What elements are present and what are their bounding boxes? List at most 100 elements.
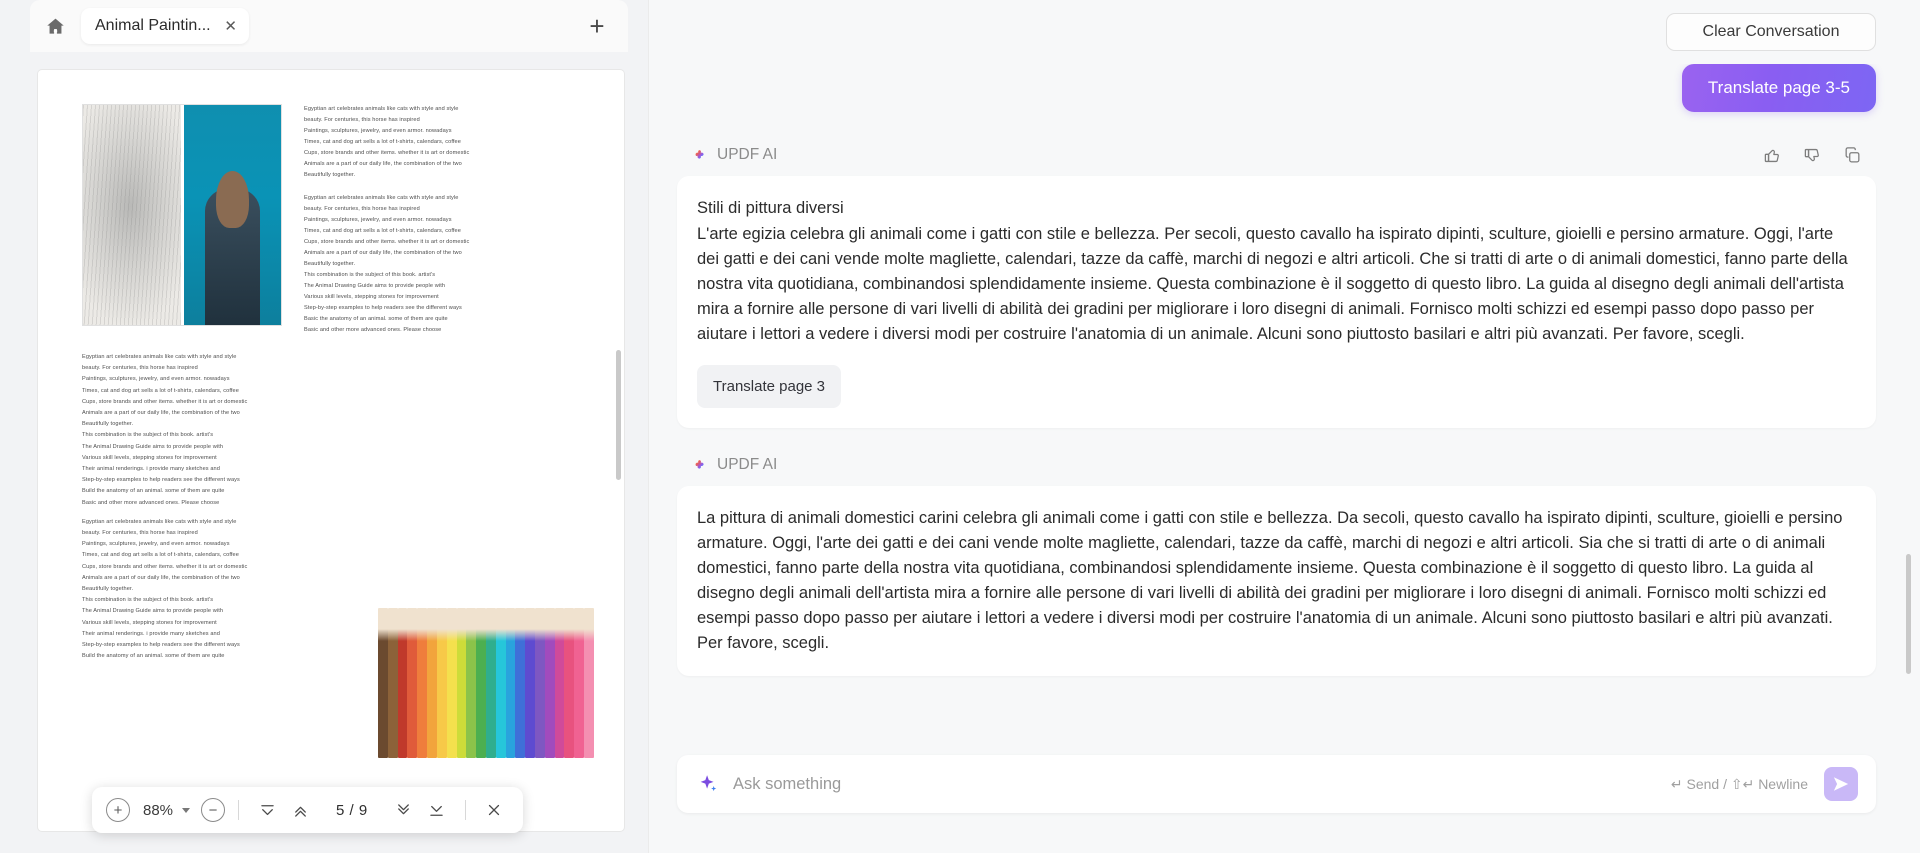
zoom-level-value[interactable]: 88% <box>143 802 173 819</box>
pdf-text-line: Egyptian art celebrates animals like cat… <box>82 354 237 360</box>
pdf-text-line: Various skill levels, stepping stones fo… <box>82 454 217 461</box>
minus-circle-icon[interactable]: − <box>201 798 226 822</box>
pdf-text-line: The Animal Drawing Guide aims to provide… <box>304 283 446 289</box>
pdf-text-line: Egyptian art celebrates animals like cat… <box>304 195 459 201</box>
pdf-text-line: Paintings, sculptures, jewelry, and even… <box>82 541 230 548</box>
pdf-text-line: Various skill levels, stepping stones fo… <box>304 294 439 300</box>
pdf-text-line: beauty. For centuries, this horse has in… <box>82 530 198 537</box>
go-to-last-page-icon[interactable] <box>422 795 452 825</box>
pencil <box>515 608 526 759</box>
pencil <box>505 608 516 759</box>
pdf-paragraph-3: Egyptian art celebrates animals like cat… <box>82 352 580 509</box>
ai-message-header: UPDF AI <box>677 146 1876 164</box>
pdf-text-line: This combination is the subject of this … <box>304 272 436 278</box>
colored-pencils-photo <box>378 608 594 759</box>
pdf-text-line: Beautifully together. <box>82 421 134 428</box>
pdf-page-content: Egyptian art celebrates animals like cat… <box>38 70 624 759</box>
pdf-paragraph-1: Egyptian art celebrates animals like cat… <box>304 104 580 181</box>
ai-sparkle-icon <box>697 773 719 795</box>
toolbar-divider-2 <box>464 800 466 820</box>
pdf-text-line: Times, cat and dog art sells a lot of t-… <box>304 228 461 234</box>
pdf-text-line: This combination is the subject of this … <box>82 432 214 439</box>
close-icon[interactable] <box>479 795 509 825</box>
ai-message-actions <box>1762 145 1862 165</box>
document-tab[interactable]: Animal Paintin... ✕ <box>81 8 249 44</box>
pdf-top-row: Egyptian art celebrates animals like cat… <box>82 104 580 336</box>
pdf-text-line: Egyptian art celebrates animals like cat… <box>82 518 237 525</box>
composer-area: ↵ Send / ⇧↵ Newline <box>649 755 1920 853</box>
suggestion-chip-translate-page-3[interactable]: Translate page 3 <box>697 365 842 408</box>
pdf-text-line: Paintings, sculptures, jewelry, and even… <box>304 128 452 134</box>
pdf-text-line: beauty. For centuries, this horse has in… <box>304 117 420 123</box>
ai-message-row: UPDF AI La pittura di animali domestici … <box>677 456 1876 676</box>
ai-message-heading: Stili di pittura diversi <box>697 199 844 217</box>
ai-chat-pane: Clear Conversation Translate page 3-5 UP… <box>648 0 1920 853</box>
chat-vertical-scrollbar[interactable] <box>1906 554 1911 674</box>
ai-author-name: UPDF AI <box>717 146 778 163</box>
ai-message-bubble: Stili di pittura diversi L'arte egizia c… <box>677 176 1876 428</box>
pencil <box>544 608 555 759</box>
pdf-text-line: Beautifully together. <box>82 586 134 593</box>
tab-bar: Animal Paintin... ✕ + <box>0 0 648 52</box>
pencil <box>427 608 437 759</box>
pencil <box>476 608 486 759</box>
pdf-text-line: Cups, store brands and other items. whet… <box>82 398 248 405</box>
pdf-text-line: Times, cat and dog art sells a lot of t-… <box>82 552 239 559</box>
ask-composer[interactable]: ↵ Send / ⇧↵ Newline <box>677 755 1876 813</box>
pdf-text-line: Beautifully together. <box>304 172 356 178</box>
pdf-text-line: Basic and other more advanced ones. Plea… <box>82 499 220 506</box>
pdf-lower-section: Egyptian art celebrates animals like cat… <box>82 352 594 759</box>
user-message-bubble: Translate page 3-5 <box>1681 64 1876 112</box>
plus-icon[interactable]: + <box>582 11 612 41</box>
pdf-text-line: Basic the anatomy of an animal. some of … <box>304 316 448 322</box>
pdf-text-line: beauty. For centuries, this horse has in… <box>304 206 420 212</box>
pdf-text-line: Their animal renderings. i provide many … <box>82 466 220 473</box>
user-message-row: Translate page 3-5 <box>677 64 1876 112</box>
pencil <box>535 608 545 759</box>
ai-message-header: UPDF AI <box>677 456 1876 474</box>
chevron-down-icon[interactable] <box>182 807 191 813</box>
pdf-right-column: Egyptian art celebrates animals like cat… <box>304 104 580 336</box>
chat-message-list[interactable]: Translate page 3-5 UPDF AI Stili di pitt… <box>649 64 1920 755</box>
ai-message-row: UPDF AI Stili di pittura diversi L'arte … <box>677 146 1876 428</box>
pencil <box>564 608 575 759</box>
pdf-text-line: Times, cat and dog art sells a lot of t-… <box>82 387 239 394</box>
pdf-text-line: This combination is the subject of this … <box>82 597 214 604</box>
updf-logo-icon <box>693 147 710 164</box>
ai-message-bubble: La pittura di animali domestici carini c… <box>677 486 1876 676</box>
pencil <box>525 608 535 759</box>
pdf-text-line: Basic and other more advanced ones. Plea… <box>304 327 442 333</box>
ask-input[interactable] <box>733 774 1671 794</box>
pencil <box>495 608 506 759</box>
ai-message-body: L'arte egizia celebra gli animali come i… <box>697 225 1848 343</box>
go-to-first-page-icon[interactable] <box>252 795 282 825</box>
clear-conversation-button[interactable]: Clear Conversation <box>1666 13 1876 51</box>
thumbs-down-icon[interactable] <box>1802 145 1822 165</box>
close-icon[interactable]: ✕ <box>221 16 241 36</box>
pencil <box>574 608 585 759</box>
pencil <box>554 608 565 759</box>
next-page-icon[interactable] <box>389 795 419 825</box>
pdf-text-line: Paintings, sculptures, jewelry, and even… <box>304 217 452 223</box>
pdf-vertical-scrollbar[interactable] <box>616 350 621 480</box>
send-icon[interactable] <box>1824 767 1858 801</box>
document-tab-title: Animal Paintin... <box>95 17 211 34</box>
pdf-paragraph-2: Egyptian art celebrates animals like cat… <box>304 193 580 336</box>
pdf-text-line: Animals are a part of our daily life, th… <box>304 161 462 167</box>
pdf-text-line: beauty. For centuries, this horse has in… <box>82 365 198 372</box>
pdf-text-line: Egyptian art celebrates animals like cat… <box>304 106 459 112</box>
pdf-viewer-pane: Animal Paintin... ✕ + Egyptian art celeb… <box>0 0 648 853</box>
pdf-text-line: Build the anatomy of an animal. some of … <box>82 488 225 495</box>
thumbs-up-icon[interactable] <box>1762 145 1782 165</box>
page-indicator[interactable]: 5 / 9 <box>322 796 382 824</box>
copy-icon[interactable] <box>1842 145 1862 165</box>
previous-page-icon[interactable] <box>285 795 315 825</box>
pencil <box>417 608 428 759</box>
plus-circle-icon[interactable]: + <box>106 798 130 822</box>
home-icon[interactable] <box>38 9 72 43</box>
pdf-page-canvas[interactable]: Egyptian art celebrates animals like cat… <box>38 70 624 831</box>
pdf-text-line: Times, cat and dog art sells a lot of t-… <box>304 139 461 145</box>
app-window: Animal Paintin... ✕ + Egyptian art celeb… <box>0 0 1920 853</box>
pencil <box>584 608 594 759</box>
pdf-text-line: Beautifully together. <box>304 261 356 267</box>
